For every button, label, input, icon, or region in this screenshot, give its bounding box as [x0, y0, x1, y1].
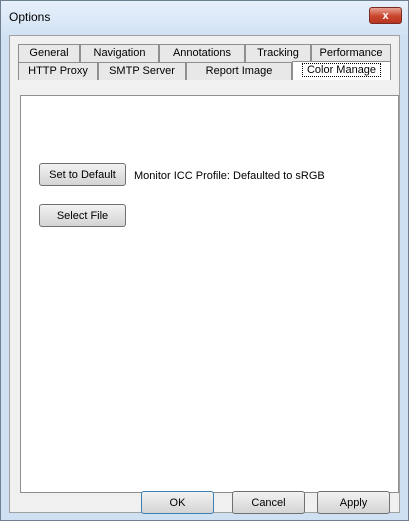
tab-report-image[interactable]: Report Image: [186, 62, 292, 80]
options-window: Options x General Navigation Annotations…: [0, 0, 409, 521]
tab-general[interactable]: General: [18, 44, 80, 62]
tab-performance[interactable]: Performance: [311, 44, 391, 62]
tab-annotations[interactable]: Annotations: [159, 44, 245, 62]
monitor-icc-profile-label: Monitor ICC Profile: Defaulted to sRGB: [134, 170, 325, 182]
close-icon: x: [382, 9, 389, 22]
tab-color-manage[interactable]: Color Manage: [292, 61, 391, 80]
ok-button[interactable]: OK: [141, 491, 214, 514]
tab-navigation[interactable]: Navigation: [80, 44, 159, 62]
tab-smtp-server[interactable]: SMTP Server: [98, 62, 186, 80]
color-manage-panel: Set to Default Monitor ICC Profile: Defa…: [20, 95, 399, 493]
title-bar: Options x: [1, 1, 408, 35]
select-file-button[interactable]: Select File: [39, 204, 126, 227]
close-button[interactable]: x: [369, 7, 402, 24]
tab-http-proxy[interactable]: HTTP Proxy: [18, 62, 98, 80]
apply-button[interactable]: Apply: [317, 491, 390, 514]
tab-tracking[interactable]: Tracking: [245, 44, 311, 62]
cancel-button[interactable]: Cancel: [232, 491, 305, 514]
set-to-default-button[interactable]: Set to Default: [39, 163, 126, 186]
window-title: Options: [9, 10, 51, 24]
dialog-client-area: General Navigation Annotations Tracking …: [9, 35, 400, 514]
